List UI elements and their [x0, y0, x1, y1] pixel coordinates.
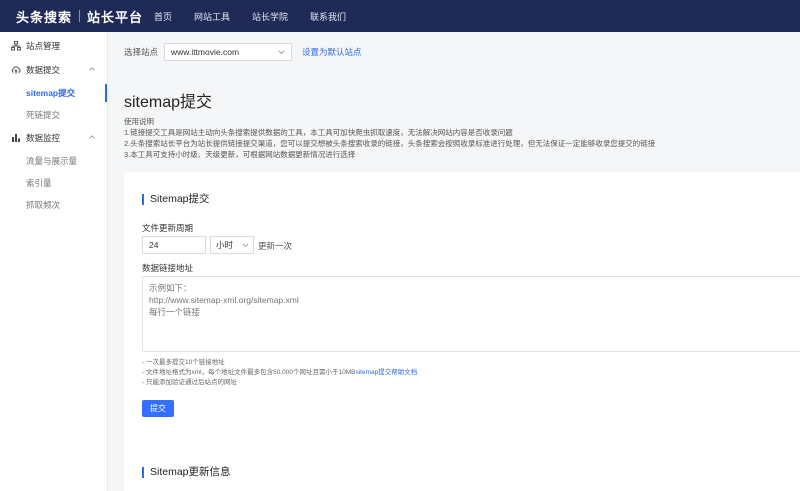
period-label: 文件更新周期 — [142, 223, 194, 233]
brand-divider — [79, 10, 81, 22]
submit-notes: - 一次最多提交10个链接地址 - 文件地址格式为xml，每个地址文件最多包含5… — [142, 358, 417, 388]
usage-line: 3.本工具可支持小时级、天级更新，可根据网站数据更新情况进行选择 — [124, 150, 356, 159]
brand-main: 头条搜索 — [16, 9, 73, 25]
site-select-value: www.ittmovie.com — [171, 47, 240, 57]
main-content: 选择站点 www.ittmovie.com 设置为默认站点 sitemap提交 … — [108, 32, 800, 491]
usage-line: 1.链接提交工具是网站主动向头条搜索提供数据的工具，本工具可加快爬虫抓取速度，无… — [124, 128, 513, 137]
note-item: - 一次最多提交10个链接地址 — [142, 359, 225, 366]
card-title: Sitemap提交 — [142, 194, 210, 205]
site-select[interactable]: www.ittmovie.com — [164, 43, 293, 61]
site-select-label: 选择站点 — [124, 47, 159, 57]
help-doc-link[interactable]: sitemap提交帮助文档 — [355, 369, 417, 376]
nav-academy[interactable]: 站长学院 — [252, 10, 288, 23]
nav-site-tools[interactable]: 网站工具 — [194, 10, 230, 23]
period-unit-value: 小时 — [216, 240, 234, 250]
period-suffix: 更新一次 — [258, 241, 293, 251]
sidebar-item-label: 站点管理 — [26, 41, 61, 51]
note-text: - 文件地址格式为xml，每个地址文件最多包含50,000个网址且需小于10MB — [142, 369, 356, 376]
sidebar-item-traffic[interactable]: 流量与展示量 — [0, 150, 107, 172]
sidebar-item-site-manage[interactable]: 站点管理 — [0, 34, 107, 58]
chevron-down-icon — [278, 50, 285, 55]
chevron-down-icon — [242, 243, 249, 248]
cloud-upload-icon — [11, 65, 21, 75]
period-unit-select[interactable]: 小时 — [210, 236, 254, 254]
sitemap-update-info-card: Sitemap更新信息 — [124, 452, 800, 491]
brand-logo[interactable]: 头条搜索 站长平台 — [0, 7, 150, 26]
sidebar-item-label: 数据监控 — [26, 133, 61, 143]
nav-home[interactable]: 首页 — [154, 10, 172, 23]
sitemap-url-textarea[interactable] — [142, 276, 800, 352]
page-title: sitemap提交 — [124, 94, 213, 111]
chevron-up-icon — [89, 67, 95, 71]
url-label: 数据链接地址 — [142, 263, 194, 273]
sidebar-item-deadlink-submit[interactable]: 死链提交 — [0, 104, 107, 126]
sidebar-item-sitemap-submit[interactable]: sitemap提交 — [0, 82, 107, 104]
set-default-site-link[interactable]: 设置为默认站点 — [302, 46, 362, 58]
chevron-up-icon — [89, 135, 95, 139]
usage-title: 使用说明 — [124, 117, 154, 126]
top-bar: 头条搜索 站长平台 首页 网站工具 站长学院 联系我们 — [0, 0, 800, 32]
site-selector-row: 选择站点 www.ittmovie.com 设置为默认站点 — [124, 42, 362, 62]
card-title: Sitemap更新信息 — [142, 467, 231, 478]
sidebar-item-index[interactable]: 索引量 — [0, 172, 107, 194]
submit-button[interactable]: 提交 — [142, 400, 174, 417]
brand-sub: 站长平台 — [87, 9, 144, 25]
usage-instructions: 使用说明 1.链接提交工具是网站主动向头条搜索提供数据的工具，本工具可加快爬虫抓… — [124, 116, 655, 160]
sidebar-item-crawl-frequency[interactable]: 抓取频次 — [0, 194, 107, 216]
sidebar: 站点管理 数据提交 sitemap提交 死链提交 数据监控 流量与展示量 索引量… — [0, 32, 108, 491]
usage-line: 2.头条搜索站长平台为站长提供链接提交渠道，您可以提交想被头条搜索收录的链接，头… — [124, 139, 656, 148]
sitemap-icon — [11, 41, 21, 51]
top-nav: 首页 网站工具 站长学院 联系我们 — [150, 10, 368, 23]
update-period-input[interactable]: 24 — [142, 236, 206, 254]
sitemap-submit-card: Sitemap提交 文件更新周期 24 小时 更新一次 数据链接地址 - 一次最… — [124, 172, 800, 457]
sidebar-item-data-monitor[interactable]: 数据监控 — [0, 126, 107, 150]
sidebar-item-data-submit[interactable]: 数据提交 — [0, 58, 107, 82]
note-item: - 只能添加验证通过后站点的网址 — [142, 379, 237, 386]
nav-contact[interactable]: 联系我们 — [310, 10, 346, 23]
bar-chart-icon — [11, 133, 21, 143]
sidebar-item-label: 数据提交 — [26, 65, 61, 75]
note-item: - 文件地址格式为xml，每个地址文件最多包含50,000个网址且需小于10MB… — [142, 368, 417, 378]
